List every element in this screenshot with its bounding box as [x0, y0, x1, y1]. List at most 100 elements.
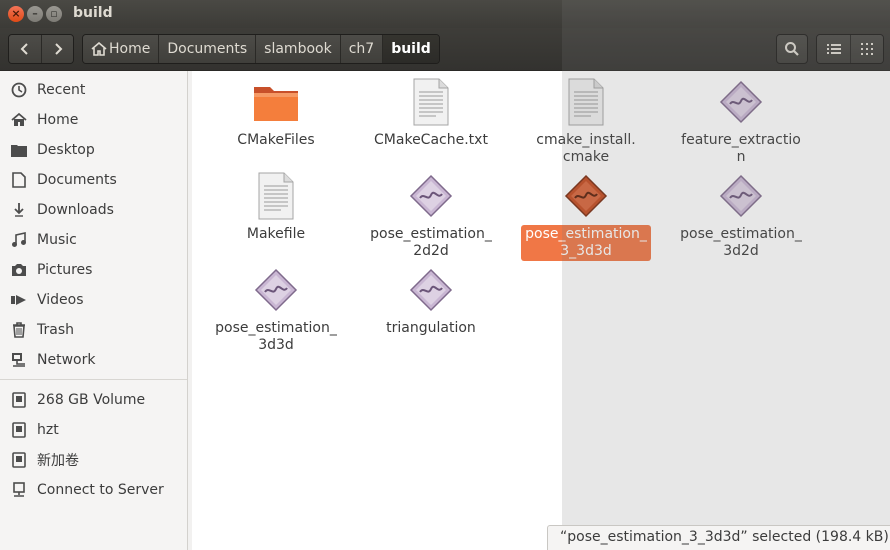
executable-icon: [716, 77, 766, 127]
music-icon: [10, 231, 28, 249]
file-label: CMakeFiles: [237, 132, 315, 148]
grid-view-button[interactable]: [850, 35, 883, 63]
list-view-button[interactable]: [817, 35, 850, 63]
executable-icon: [406, 171, 456, 221]
sidebar-item-trash[interactable]: Trash: [0, 315, 187, 345]
sidebar-item-label: Recent: [37, 82, 86, 98]
executable-icon: [406, 265, 456, 315]
drive-icon: [10, 451, 28, 469]
file-label: CMakeCache.txt: [374, 132, 488, 148]
view-switcher: [816, 34, 884, 64]
file-item[interactable]: pose_estimation_ 3d2d: [676, 171, 806, 261]
file-label: pose_estimation_ 3_3d3d: [521, 225, 651, 261]
title-bar: × – ▫ build: [0, 0, 890, 28]
text-file-icon: [561, 77, 611, 127]
file-item[interactable]: Makefile: [211, 171, 341, 244]
breadcrumb-label: Home: [109, 41, 151, 57]
sidebar: Recent Home Desktop Documents Downloads …: [0, 71, 188, 550]
sidebar-item-home[interactable]: Home: [0, 105, 187, 135]
chevron-right-icon: [54, 43, 62, 55]
sidebar-item-new-volume[interactable]: 新加卷: [0, 445, 187, 475]
sidebar-item-label: hzt: [37, 422, 59, 438]
breadcrumb-label: Documents: [167, 41, 248, 57]
header-bar: Home Documents slambook ch7 build: [0, 28, 890, 71]
sidebar-item-desktop[interactable]: Desktop: [0, 135, 187, 165]
sidebar-item-pictures[interactable]: Pictures: [0, 255, 187, 285]
sidebar-item-label: Pictures: [37, 262, 93, 278]
window-title: build: [73, 5, 113, 21]
breadcrumb-slambook[interactable]: slambook: [255, 35, 340, 63]
breadcrumb-documents[interactable]: Documents: [158, 35, 256, 63]
file-label: pose_estimation_ 2d2d: [370, 226, 492, 259]
list-view-icon: [826, 44, 841, 54]
breadcrumb-ch7[interactable]: ch7: [339, 35, 383, 63]
desktop-folder-icon: [10, 141, 28, 159]
breadcrumb-label: slambook: [264, 41, 332, 57]
search-icon: [785, 42, 799, 56]
search-button[interactable]: [776, 34, 808, 64]
file-item[interactable]: pose_estimation_ 3d3d: [211, 265, 341, 355]
camera-icon: [10, 261, 28, 279]
trash-icon: [10, 321, 28, 339]
file-item[interactable]: pose_estimation_ 2d2d: [366, 171, 496, 261]
drive-icon: [10, 421, 28, 439]
text-file-icon: [251, 171, 301, 221]
sidebar-item-music[interactable]: Music: [0, 225, 187, 255]
sidebar-item-network[interactable]: Network: [0, 345, 187, 375]
file-label: Makefile: [246, 226, 306, 242]
sidebar-item-downloads[interactable]: Downloads: [0, 195, 187, 225]
sidebar-item-connect-to-server[interactable]: Connect to Server: [0, 475, 187, 505]
sidebar-item-recent[interactable]: Recent: [0, 75, 187, 105]
sidebar-item-label: Home: [37, 112, 79, 128]
sidebar-item-hzt[interactable]: hzt: [0, 415, 187, 445]
file-item[interactable]: CMakeCache.txt: [366, 77, 496, 150]
file-item[interactable]: CMakeFiles: [211, 77, 341, 150]
download-icon: [10, 201, 28, 219]
network-icon: [10, 351, 28, 369]
minimize-window-button[interactable]: –: [27, 6, 43, 22]
home-icon: [91, 42, 107, 56]
sidebar-item-label: 新加卷: [37, 453, 79, 469]
clock-icon: [10, 81, 28, 99]
sidebar-item-label: Videos: [37, 292, 84, 308]
forward-button[interactable]: [41, 35, 73, 63]
video-icon: [10, 291, 28, 309]
sidebar-divider: [0, 379, 187, 380]
sidebar-item-label: Desktop: [37, 142, 95, 158]
file-label: pose_estimation_ 3d3d: [215, 320, 337, 353]
breadcrumb: Home Documents slambook ch7 build: [82, 34, 440, 64]
back-button[interactable]: [9, 35, 41, 63]
breadcrumb-home[interactable]: Home: [83, 35, 159, 63]
sidebar-item-label: Downloads: [37, 202, 114, 218]
executable-icon: [716, 171, 766, 221]
nav-buttons: [8, 34, 74, 64]
sidebar-item-documents[interactable]: Documents: [0, 165, 187, 195]
file-item-selected[interactable]: pose_estimation_ 3_3d3d: [521, 171, 651, 261]
file-label: triangulation: [386, 320, 476, 336]
breadcrumb-label: ch7: [348, 41, 375, 57]
maximize-window-button[interactable]: ▫: [46, 6, 62, 22]
file-item[interactable]: cmake_install. cmake: [521, 77, 651, 167]
chevron-left-icon: [20, 43, 28, 55]
sidebar-item-label: Music: [37, 232, 77, 248]
file-item[interactable]: feature_extraction: [676, 77, 806, 167]
breadcrumb-label: build: [391, 41, 431, 57]
file-label: pose_estimation_ 3d2d: [680, 226, 802, 259]
file-view[interactable]: CMakeFiles CMakeCache.txt cmake_install.…: [192, 71, 890, 550]
sidebar-item-label: Trash: [37, 322, 74, 338]
text-file-icon: [406, 77, 456, 127]
file-item[interactable]: triangulation: [366, 265, 496, 338]
grid-view-icon: [861, 43, 873, 55]
sidebar-item-videos[interactable]: Videos: [0, 285, 187, 315]
executable-icon: [251, 265, 301, 315]
sidebar-item-268gb-volume[interactable]: 268 GB Volume: [0, 385, 187, 415]
home-icon: [10, 111, 28, 129]
breadcrumb-build[interactable]: build: [382, 35, 439, 63]
file-label: cmake_install. cmake: [536, 132, 636, 165]
status-bar: “pose_estimation_3_3d3d” selected (198.4…: [547, 525, 890, 550]
close-window-button[interactable]: ×: [8, 6, 24, 22]
sidebar-item-label: Connect to Server: [37, 482, 164, 498]
sidebar-item-label: 268 GB Volume: [37, 392, 146, 408]
server-icon: [10, 481, 28, 499]
sidebar-item-label: Documents: [37, 172, 117, 188]
